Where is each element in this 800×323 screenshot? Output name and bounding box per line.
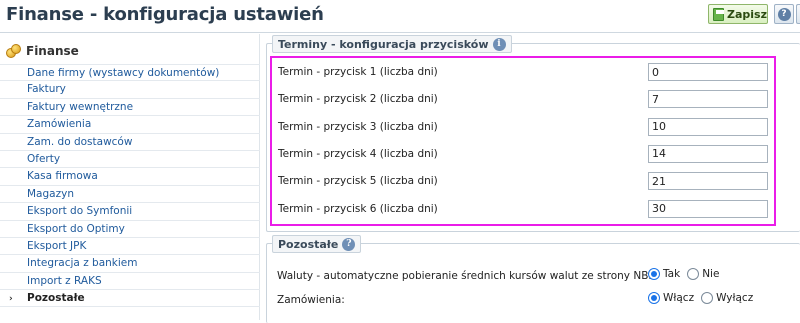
save-button-label: Zapisz — [727, 7, 767, 21]
radio-nie-label: Nie — [702, 268, 720, 280]
other-legend-label: Pozostałe — [278, 237, 339, 251]
sidebar-item-oferty[interactable]: Oferty — [0, 151, 260, 169]
sidebar: Finanse Dane firmy (wystawcy dokumentów)… — [0, 34, 260, 320]
radio-tak-label: Tak — [663, 268, 681, 280]
terms-legend-label: Terminy - konfiguracja przycisków — [278, 37, 489, 51]
sidebar-item-label: Dane firmy (wystawcy dokumentów) — [27, 67, 220, 79]
sidebar-item-kasa-firmowa[interactable]: Kasa firmowa — [0, 168, 260, 186]
sidebar-item-integracja-bank[interactable]: Integracja z bankiem — [0, 255, 260, 273]
info-icon[interactable]: i — [492, 37, 506, 51]
sidebar-item-label: Zam. do dostawców — [27, 135, 133, 148]
sidebar-item-faktury[interactable]: Faktury — [0, 81, 260, 99]
radio-nie[interactable] — [687, 268, 700, 280]
term-label-1: Termin - przycisk 1 (liczba dni) — [278, 66, 438, 78]
chevron-right-icon: › — [9, 294, 13, 305]
radio-wylacz-label: Wyłącz — [716, 292, 754, 304]
term-row-3: Termin - przycisk 3 (liczba dni) — [272, 115, 774, 142]
radio-wlacz[interactable] — [648, 292, 660, 304]
term-row-6: Termin - przycisk 6 (liczba dni) — [272, 197, 774, 224]
sidebar-item-dane-firmy[interactable]: Dane firmy (wystawcy dokumentów) — [0, 64, 260, 82]
term-label-5: Termin - przycisk 5 (liczba dni) — [278, 175, 438, 188]
sidebar-item-faktury-wewnetrzne[interactable]: Faktury wewnętrzne — [0, 99, 260, 117]
sidebar-item-import-raks[interactable]: Import z RAKS — [0, 273, 260, 291]
sidebar-heading[interactable]: Finanse — [6, 42, 79, 60]
term-input-2[interactable] — [648, 90, 768, 109]
term-label-2: Termin - przycisk 2 (liczba dni) — [278, 93, 438, 106]
sidebar-item-eksport-optimy[interactable]: Eksport do Optimy — [0, 221, 260, 238]
term-label-4: Termin - przycisk 4 (liczba dni) — [278, 147, 438, 160]
sidebar-item-label: Import z RAKS — [27, 274, 102, 287]
sidebar-item-pozostale[interactable]: › Pozostałe — [0, 290, 260, 308]
sidebar-heading-label: Finanse — [26, 44, 79, 58]
term-row-4: Termin - przycisk 4 (liczba dni) — [272, 142, 774, 169]
term-input-5[interactable] — [648, 172, 768, 191]
other-legend: Pozostałe ? — [272, 235, 362, 253]
orders-label: Zamówienia: — [277, 294, 345, 306]
sidebar-item-label: Faktury wewnętrzne — [27, 100, 134, 113]
sidebar-item-label: Magazyn — [27, 187, 74, 200]
extra-button[interactable] — [796, 4, 800, 24]
sidebar-nav: Dane firmy (wystawcy dokumentów) Faktury… — [0, 64, 260, 308]
radio-wylacz[interactable] — [701, 292, 714, 304]
radio-tak[interactable] — [648, 268, 660, 280]
help-icon[interactable]: ? — [342, 237, 356, 251]
term-input-1[interactable] — [648, 63, 768, 81]
sidebar-item-label: Kasa firmowa — [27, 170, 98, 183]
sidebar-item-label: Eksport JPK — [27, 239, 87, 252]
sidebar-item-label: Eksport do Symfonii — [27, 205, 133, 218]
sidebar-item-eksport-symfonii[interactable]: Eksport do Symfonii — [0, 203, 260, 221]
terms-legend: Terminy - konfiguracja przycisków i — [272, 35, 512, 53]
page-title: Finanse - konfiguracja ustawień — [6, 4, 324, 25]
sidebar-item-zamowienia[interactable]: Zamówienia — [0, 116, 260, 134]
orders-row: Zamówienia: Włącz Wyłącz — [277, 292, 797, 310]
currency-radio-group: Tak Nie — [648, 268, 723, 280]
sidebar-item-label: Integracja z bankiem — [27, 257, 138, 270]
help-button[interactable]: ? — [774, 4, 794, 24]
currency-label: Waluty - automatyczne pobieranie średnic… — [277, 270, 659, 282]
currency-row: Waluty - automatyczne pobieranie średnic… — [277, 268, 797, 286]
sidebar-item-label: Zamówienia — [27, 118, 92, 131]
sidebar-item-label: Faktury — [27, 83, 66, 96]
sidebar-item-magazyn[interactable]: Magazyn — [0, 186, 260, 204]
coins-icon — [6, 43, 21, 59]
term-label-3: Termin - przycisk 3 (liczba dni) — [278, 120, 438, 133]
save-button[interactable]: Zapisz — [708, 4, 768, 24]
term-label-6: Termin - przycisk 6 (liczba dni) — [278, 202, 438, 215]
term-input-4[interactable] — [648, 144, 768, 163]
orders-radio-group: Włącz Wyłącz — [648, 292, 757, 304]
term-input-6[interactable] — [648, 199, 768, 218]
term-row-5: Termin - przycisk 5 (liczba dni) — [272, 169, 774, 196]
save-icon — [713, 7, 724, 21]
sidebar-item-label: Eksport do Optimy — [27, 222, 125, 235]
term-row-1: Termin - przycisk 1 (liczba dni) — [272, 60, 774, 87]
sidebar-item-eksport-jpk[interactable]: Eksport JPK — [0, 238, 260, 256]
help-icon: ? — [777, 7, 791, 21]
sidebar-item-zam-do-dostawcow[interactable]: Zam. do dostawców — [0, 134, 260, 151]
term-input-3[interactable] — [648, 117, 768, 136]
other-fieldset: Pozostałe ? Waluty - automatyczne pobier… — [266, 235, 800, 323]
sidebar-item-label: Pozostałe — [27, 292, 85, 305]
radio-wlacz-label: Włącz — [663, 292, 695, 304]
header-bar: Finanse - konfiguracja ustawień Zapisz ? — [0, 0, 800, 33]
sidebar-item-label: Oferty — [27, 152, 61, 165]
terms-highlight-box: Termin - przycisk 1 (liczba dni) Termin … — [270, 56, 776, 226]
term-row-2: Termin - przycisk 2 (liczba dni) — [272, 87, 774, 114]
